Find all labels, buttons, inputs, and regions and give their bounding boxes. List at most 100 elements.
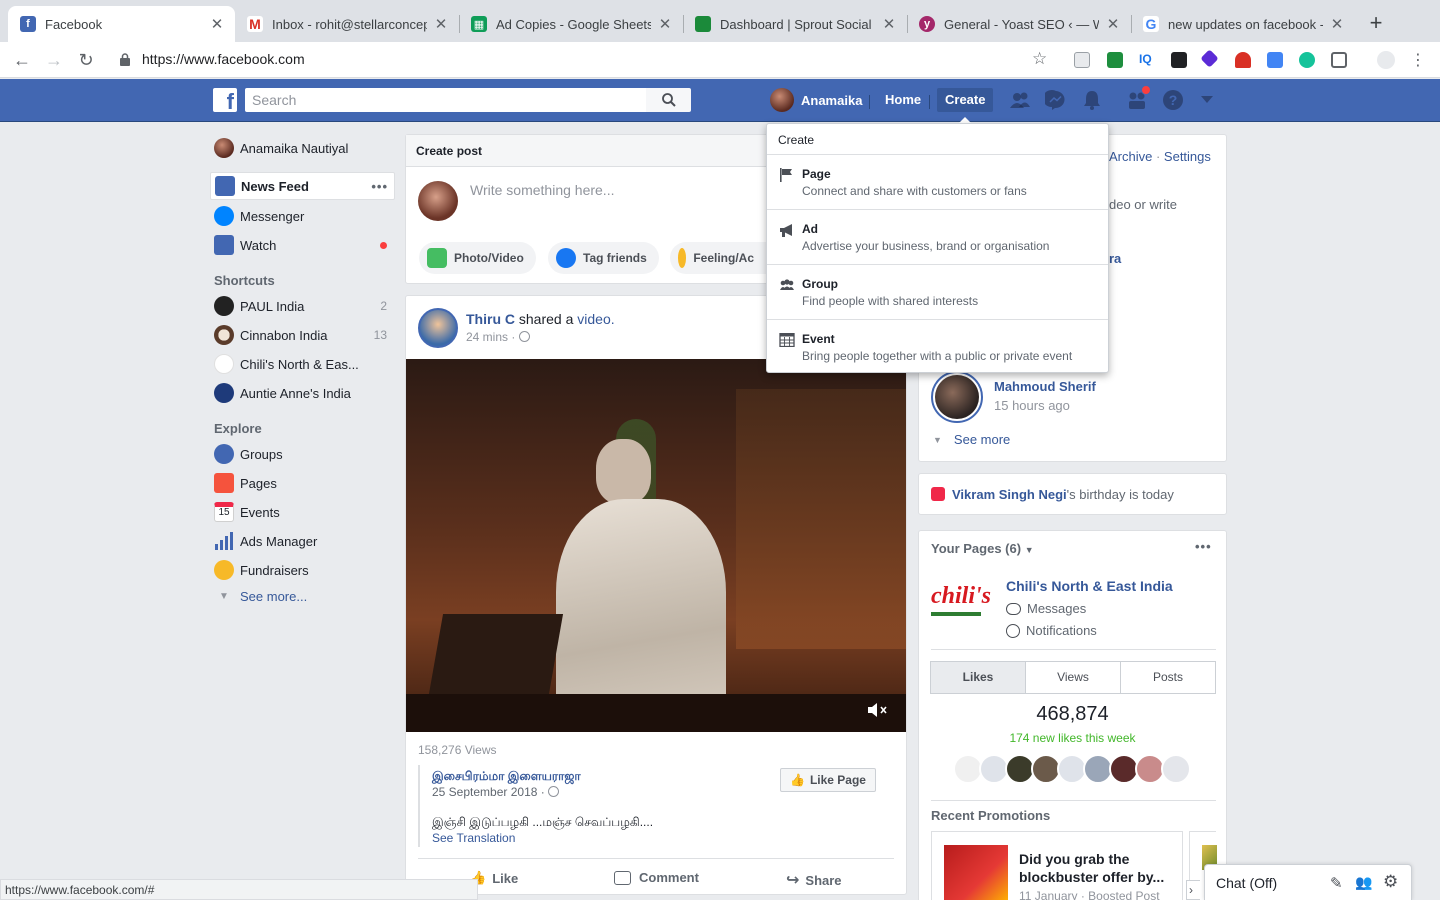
- story-avatar-ring[interactable]: [931, 371, 983, 423]
- extension-bus-icon[interactable]: [1235, 52, 1251, 68]
- address-bar[interactable]: https://www.facebook.com: [142, 51, 305, 67]
- facebook-logo-icon[interactable]: f: [213, 88, 237, 114]
- settings-link[interactable]: Settings: [1164, 149, 1211, 164]
- forward-icon[interactable]: →: [42, 48, 66, 72]
- extension-diamond-icon[interactable]: [1200, 49, 1219, 68]
- browser-menu-icon[interactable]: ⋮: [1410, 50, 1426, 70]
- extension-translate-icon[interactable]: [1267, 52, 1283, 68]
- stories-see-more[interactable]: ▼ See more: [933, 432, 1010, 447]
- account-menu-caret-icon[interactable]: [1199, 93, 1215, 107]
- chat-status[interactable]: Chat (Off): [1216, 875, 1277, 891]
- promotion-item[interactable]: Did you grab the blockbuster offer by...…: [931, 831, 1183, 900]
- close-icon[interactable]: ✕: [1329, 15, 1345, 33]
- shortcut-item[interactable]: Auntie Anne's India: [210, 379, 395, 407]
- create-menu-item-ad[interactable]: Ad Advertise your business, brand or org…: [767, 210, 1108, 265]
- video-player[interactable]: [406, 359, 906, 732]
- reload-icon[interactable]: ↻: [74, 48, 98, 72]
- friend-requests-icon[interactable]: [1009, 89, 1031, 111]
- extension-download-icon[interactable]: [1107, 52, 1123, 68]
- see-more-link[interactable]: ▼ See more...: [214, 589, 307, 604]
- close-icon[interactable]: ✕: [433, 15, 449, 33]
- post-composer-input[interactable]: Write something here...: [470, 182, 614, 198]
- notifications-bell-icon[interactable]: [1081, 89, 1103, 111]
- comment-button[interactable]: Comment: [614, 870, 699, 885]
- messenger-icon[interactable]: [1045, 89, 1067, 111]
- browser-tab-strip: f Facebook ✕ M Inbox - rohit@stellarconc…: [0, 0, 1440, 42]
- close-icon[interactable]: ✕: [657, 15, 673, 33]
- create-link[interactable]: Create: [937, 88, 994, 112]
- shared-page-name[interactable]: இசைபிரம்மா இளையராஜா: [432, 769, 581, 785]
- extension-grammarly-icon[interactable]: [1299, 52, 1315, 68]
- help-icon[interactable]: ?: [1162, 89, 1184, 111]
- home-link[interactable]: Home: [877, 88, 929, 112]
- explore-item-pages[interactable]: Pages: [210, 469, 395, 497]
- browser-tab-gmail[interactable]: M Inbox - rohit@stellarconcept ✕: [235, 6, 459, 42]
- shortcut-item[interactable]: PAUL India 2: [210, 292, 395, 320]
- stories-partial-name[interactable]: ra: [1109, 251, 1121, 266]
- close-icon[interactable]: ✕: [881, 15, 897, 33]
- like-page-button[interactable]: 👍 Like Page: [780, 768, 876, 792]
- explore-item-fundraisers[interactable]: Fundraisers: [210, 556, 395, 584]
- tag-friends-button[interactable]: Tag friends: [548, 242, 659, 274]
- search-input[interactable]: [245, 88, 646, 112]
- create-menu-item-group[interactable]: Group Find people with shared interests: [767, 265, 1108, 320]
- browser-tab-sprout[interactable]: Dashboard | Sprout Social ✕: [683, 6, 907, 42]
- sidebar-item-profile[interactable]: Anamaika Nautiyal: [210, 134, 395, 162]
- feeling-activity-button[interactable]: Feeling/Ac: [670, 242, 766, 274]
- back-icon[interactable]: ←: [10, 48, 34, 72]
- story-person-name[interactable]: Mahmoud Sherif: [994, 379, 1096, 394]
- browser-tab-google[interactable]: G new updates on facebook - ✕: [1131, 6, 1355, 42]
- sidebar-item-news-feed[interactable]: News Feed •••: [210, 172, 395, 200]
- page-name-link[interactable]: Chili's North & East India: [1006, 578, 1173, 594]
- explore-item-ads-manager[interactable]: Ads Manager: [210, 527, 395, 555]
- extension-buffer-icon[interactable]: [1171, 52, 1187, 68]
- close-icon[interactable]: ✕: [209, 15, 225, 33]
- create-menu-item-event[interactable]: Event Bring people together with a publi…: [767, 320, 1108, 375]
- extension-box-icon[interactable]: [1331, 52, 1347, 68]
- shortcut-item[interactable]: Chili's North & Eas...: [210, 350, 395, 378]
- sidebar-item-watch[interactable]: Watch: [210, 231, 395, 259]
- profile-avatar[interactable]: [1377, 51, 1395, 69]
- share-button[interactable]: ↪ Share: [786, 870, 842, 890]
- see-translation-link[interactable]: See Translation: [432, 831, 515, 845]
- chilis-logo[interactable]: chili's: [931, 583, 991, 628]
- search-icon: [661, 93, 676, 107]
- post-author-link[interactable]: Thiru C: [466, 311, 515, 327]
- new-tab-icon[interactable]: +: [1364, 12, 1388, 36]
- archive-link[interactable]: Archive: [1109, 149, 1152, 164]
- create-group-icon[interactable]: 👥: [1355, 874, 1372, 891]
- avatar[interactable]: [418, 308, 458, 348]
- browser-tab-sheets[interactable]: ▦ Ad Copies - Google Sheets ✕: [459, 6, 683, 42]
- tab-views[interactable]: Views: [1026, 662, 1121, 693]
- sidebar-item-messenger[interactable]: Messenger: [210, 202, 395, 230]
- post-object-link[interactable]: video.: [577, 311, 614, 327]
- post-time[interactable]: 24 mins ·: [466, 330, 515, 344]
- close-icon[interactable]: ✕: [1105, 15, 1121, 33]
- mute-icon[interactable]: [866, 701, 888, 719]
- search-button[interactable]: [646, 88, 691, 112]
- photo-video-button[interactable]: Photo/Video: [419, 242, 536, 274]
- shortcut-item[interactable]: Cinnabon India 13: [210, 321, 395, 349]
- explore-item-groups[interactable]: Groups: [210, 440, 395, 468]
- your-pages-heading[interactable]: Your Pages (6) ▼: [931, 541, 1034, 556]
- page-notifications-link[interactable]: Notifications: [1006, 623, 1097, 638]
- tab-likes[interactable]: Likes: [931, 662, 1026, 693]
- birthday-person-link[interactable]: Vikram Singh Negi: [952, 487, 1067, 502]
- more-options-icon[interactable]: •••: [371, 179, 388, 194]
- more-options-icon[interactable]: •••: [1195, 539, 1212, 554]
- bookmark-star-icon[interactable]: ☆: [1032, 49, 1047, 69]
- explore-item-events[interactable]: 15 Events: [210, 498, 395, 526]
- header-profile-link[interactable]: Anamaika: [770, 88, 862, 112]
- extension-code-icon[interactable]: [1074, 52, 1090, 68]
- page-messages-link[interactable]: Messages: [1006, 601, 1086, 616]
- create-menu-item-page[interactable]: Page Connect and share with customers or…: [767, 155, 1108, 210]
- tab-posts[interactable]: Posts: [1121, 662, 1215, 693]
- extension-iq-icon[interactable]: IQ: [1139, 52, 1155, 68]
- browser-tab-yoast[interactable]: y General - Yoast SEO ‹ — Wo ✕: [907, 6, 1131, 42]
- gear-icon[interactable]: ⚙: [1383, 872, 1398, 892]
- chat-bar[interactable]: Chat (Off) ✎ 👥 ⚙: [1204, 864, 1412, 900]
- chat-collapse-tab[interactable]: ›: [1186, 880, 1200, 900]
- avatar[interactable]: [1161, 754, 1191, 784]
- browser-tab-facebook[interactable]: f Facebook ✕: [8, 6, 235, 42]
- compose-icon[interactable]: ✎: [1330, 874, 1343, 892]
